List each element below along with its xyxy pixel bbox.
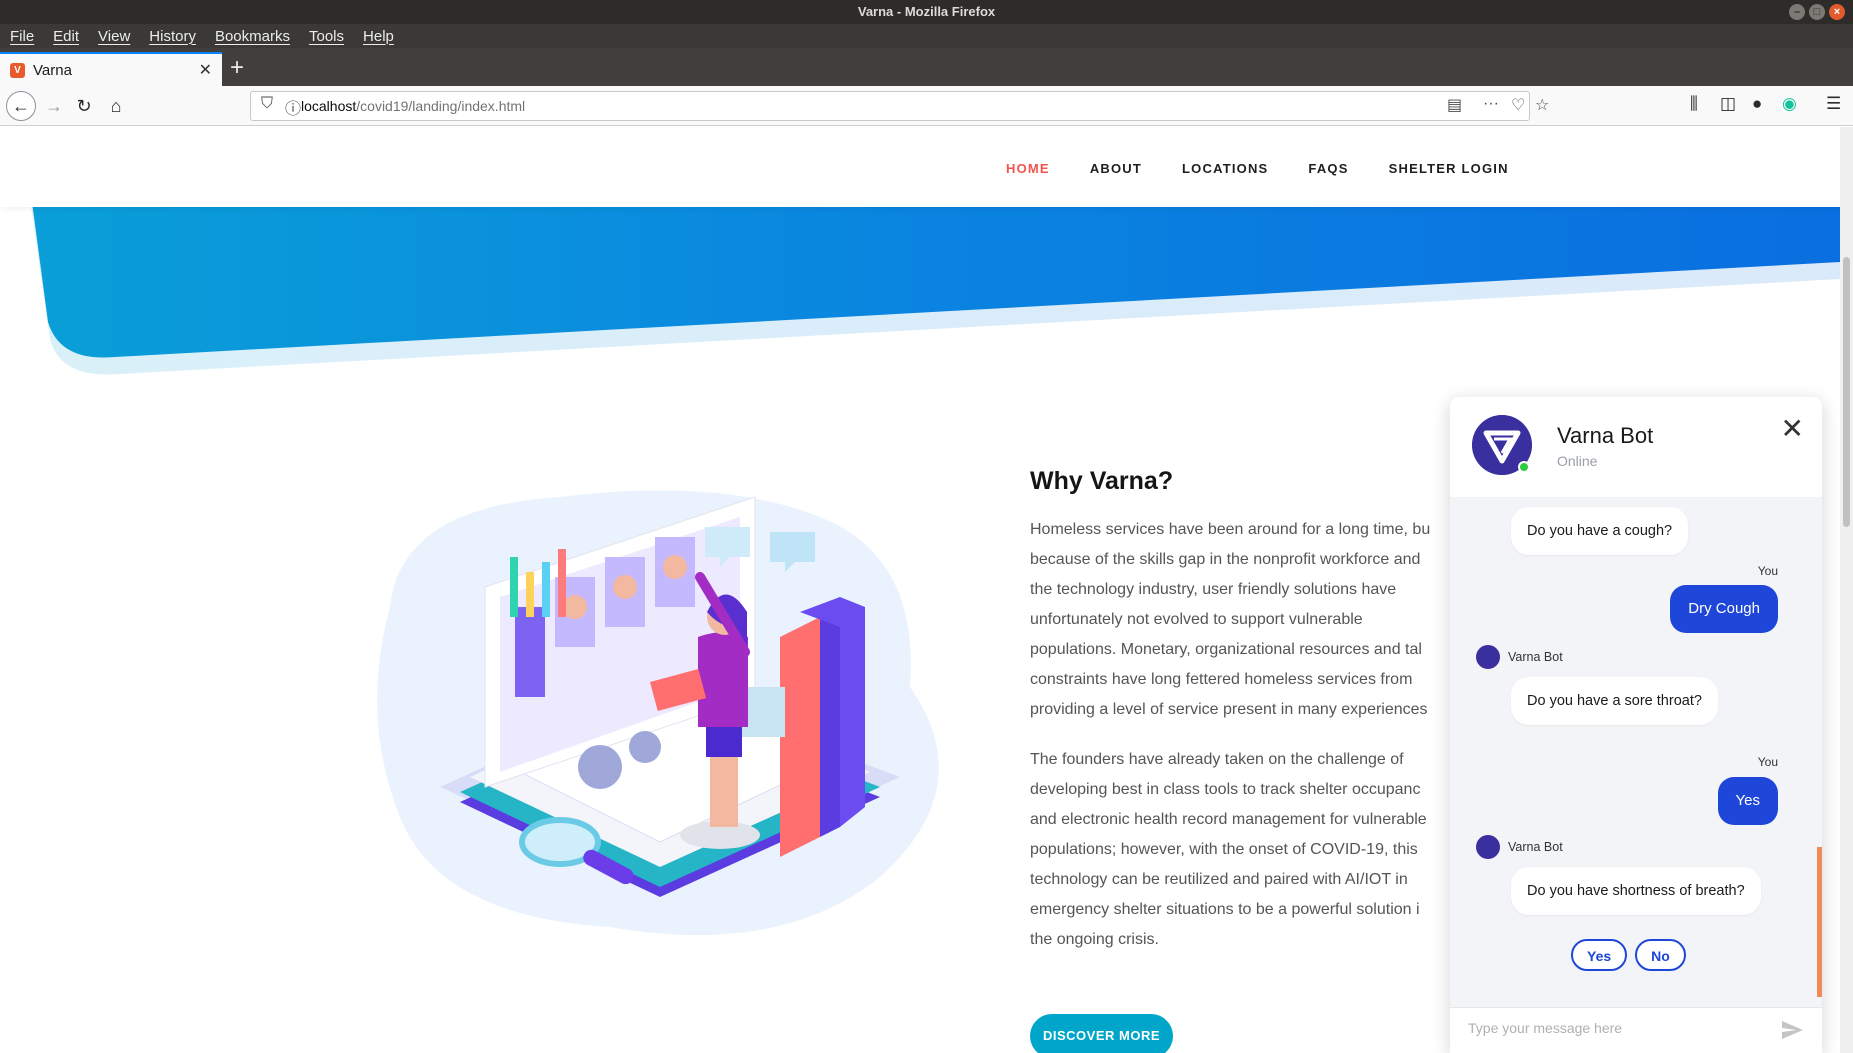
menu-bookmarks[interactable]: Bookmarks (215, 28, 290, 45)
paragraph-line: because of the skills gap in the nonprof… (1030, 551, 1421, 568)
hero-illustration (377, 490, 939, 936)
menu-edit[interactable]: Edit (53, 28, 79, 45)
discover-more-button[interactable]: DISCOVER MORE (1030, 1014, 1173, 1053)
tab-varna[interactable]: V Varna ✕ (0, 52, 222, 86)
page-actions-icon[interactable]: ··· (1483, 95, 1499, 113)
paragraph-line: populations. Monetary, organizational re… (1030, 641, 1422, 658)
url-bar[interactable]: ⛉ ⓘ localhost/covid19/landing/index.html… (250, 91, 1549, 121)
back-arrow-icon[interactable]: ← (6, 91, 36, 121)
bot-sender-line: Varna Bot (1476, 835, 1563, 859)
nav-locations-link[interactable]: LOCATIONS (1182, 161, 1268, 176)
account-icon[interactable]: ● (1752, 94, 1762, 114)
maximize-button[interactable]: □ (1809, 4, 1825, 20)
grammarly-icon[interactable]: ◉ (1782, 94, 1797, 114)
reload-icon[interactable]: ↻ (72, 94, 96, 118)
chat-message-input[interactable] (1468, 1020, 1758, 1036)
bot-sender-name: Varna Bot (1508, 650, 1563, 664)
page-scrollbar[interactable] (1840, 127, 1853, 1053)
bot-avatar-icon (1476, 645, 1500, 669)
about-paragraph-2: The founders have already taken on the c… (1030, 745, 1450, 955)
paragraph-line: unfortunately not evolved to support vul… (1030, 611, 1363, 628)
paragraph-line: populations; however, with the onset of … (1030, 841, 1418, 858)
about-paragraph-1: Homeless services have been around for a… (1030, 515, 1450, 725)
paragraph-line: constraints have long fettered homeless … (1030, 671, 1413, 688)
nav-faqs-link[interactable]: FAQS (1308, 161, 1348, 176)
page-scrollbar-thumb[interactable] (1843, 257, 1850, 527)
bot-message: Do you have a sore throat? (1511, 677, 1718, 725)
quick-reply-yes-button[interactable]: Yes (1571, 939, 1628, 971)
hamburger-menu-icon[interactable]: ☰ (1826, 94, 1841, 114)
window-controls: – □ × (1789, 4, 1845, 20)
window-titlebar: Varna - Mozilla Firefox – □ × (0, 0, 1853, 24)
chat-bot-name: Varna Bot (1557, 423, 1654, 448)
paragraph-line: The founders have already taken on the c… (1030, 751, 1404, 768)
home-icon[interactable]: ⌂ (104, 94, 128, 118)
paragraph-line: Homeless services have been around for a… (1030, 521, 1431, 538)
nav-about-link[interactable]: ABOUT (1090, 161, 1142, 176)
bot-sender-name: Varna Bot (1508, 840, 1563, 854)
paragraph-line: the technology industry, user friendly s… (1030, 581, 1397, 598)
chatbot-widget: Varna Bot Online ✕ Do you have a cough? … (1450, 397, 1822, 1053)
tab-bar: V Varna ✕ + (0, 48, 1853, 86)
chat-close-icon[interactable]: ✕ (1781, 415, 1804, 443)
sidebar-icon[interactable]: ◫ (1720, 94, 1736, 114)
info-icon[interactable]: ⓘ (285, 95, 301, 119)
window-title: Varna - Mozilla Firefox (857, 4, 996, 19)
you-label: You (1757, 755, 1778, 769)
send-icon[interactable] (1780, 1018, 1804, 1042)
tab-close-icon[interactable]: ✕ (199, 60, 212, 80)
site-nav: HOME ABOUT LOCATIONS FAQS SHELTER LOGIN (1006, 161, 1509, 176)
bot-sender-line: Varna Bot (1476, 645, 1563, 669)
quick-replies: Yes No (1571, 939, 1686, 971)
shield-icon[interactable]: ⛉ (261, 95, 273, 113)
tab-title: Varna (33, 61, 72, 79)
menu-file[interactable]: File (10, 28, 34, 45)
bot-avatar-icon (1476, 835, 1500, 859)
new-tab-button[interactable]: + (230, 54, 244, 82)
chat-scrollbar[interactable] (1817, 847, 1822, 997)
menu-help[interactable]: Help (363, 28, 394, 45)
menu-bar: File Edit View History Bookmarks Tools H… (0, 24, 1853, 48)
url-text: localhost/covid19/landing/index.html (301, 98, 525, 114)
reader-view-icon[interactable]: ▤ (1447, 95, 1462, 115)
paragraph-line: emergency shelter situations to be a pow… (1030, 901, 1420, 918)
web-page: HOME ABOUT LOCATIONS FAQS SHELTER LOGIN (0, 127, 1840, 1053)
forward-arrow-icon[interactable]: → (42, 94, 66, 118)
bookmark-star-icon[interactable]: ☆ (1535, 95, 1549, 115)
chat-input-bar (1450, 1007, 1822, 1053)
you-label: You (1757, 564, 1778, 578)
menu-history[interactable]: History (149, 28, 196, 45)
site-favicon-icon: V (10, 62, 25, 78)
close-window-button[interactable]: × (1829, 4, 1845, 20)
chat-bot-status: Online (1557, 453, 1598, 469)
paragraph-line: technology can be reutilized and paired … (1030, 871, 1408, 888)
nav-home-link[interactable]: HOME (1006, 161, 1050, 176)
pocket-icon[interactable]: ♡ (1511, 95, 1525, 115)
url-path: /covid19/landing/index.html (356, 98, 526, 114)
paragraph-line: developing best in class tools to track … (1030, 781, 1421, 798)
menu-tools[interactable]: Tools (309, 28, 344, 45)
url-host: localhost (301, 98, 357, 114)
minimize-button[interactable]: – (1789, 4, 1805, 20)
navigation-toolbar: ← → ↻ ⌂ ⛉ ⓘ localhost/covid19/landing/in… (0, 86, 1853, 126)
menu-view[interactable]: View (98, 28, 130, 45)
paragraph-line: providing a level of service present in … (1030, 701, 1428, 718)
paragraph-line: and electronic health record management … (1030, 811, 1427, 828)
online-status-dot (1518, 461, 1530, 473)
user-message: Dry Cough (1670, 585, 1778, 633)
library-icon[interactable]: ⫼ (1690, 94, 1698, 114)
bot-message: Do you have shortness of breath? (1511, 867, 1761, 915)
bot-message: Do you have a cough? (1511, 507, 1689, 555)
quick-reply-no-button[interactable]: No (1635, 939, 1686, 971)
user-message: Yes (1717, 777, 1778, 825)
paragraph-line: the ongoing crisis. (1030, 931, 1159, 948)
nav-shelter-login-link[interactable]: SHELTER LOGIN (1389, 161, 1509, 176)
site-header: HOME ABOUT LOCATIONS FAQS SHELTER LOGIN (0, 127, 1840, 207)
chat-header: Varna Bot Online ✕ (1450, 397, 1822, 497)
